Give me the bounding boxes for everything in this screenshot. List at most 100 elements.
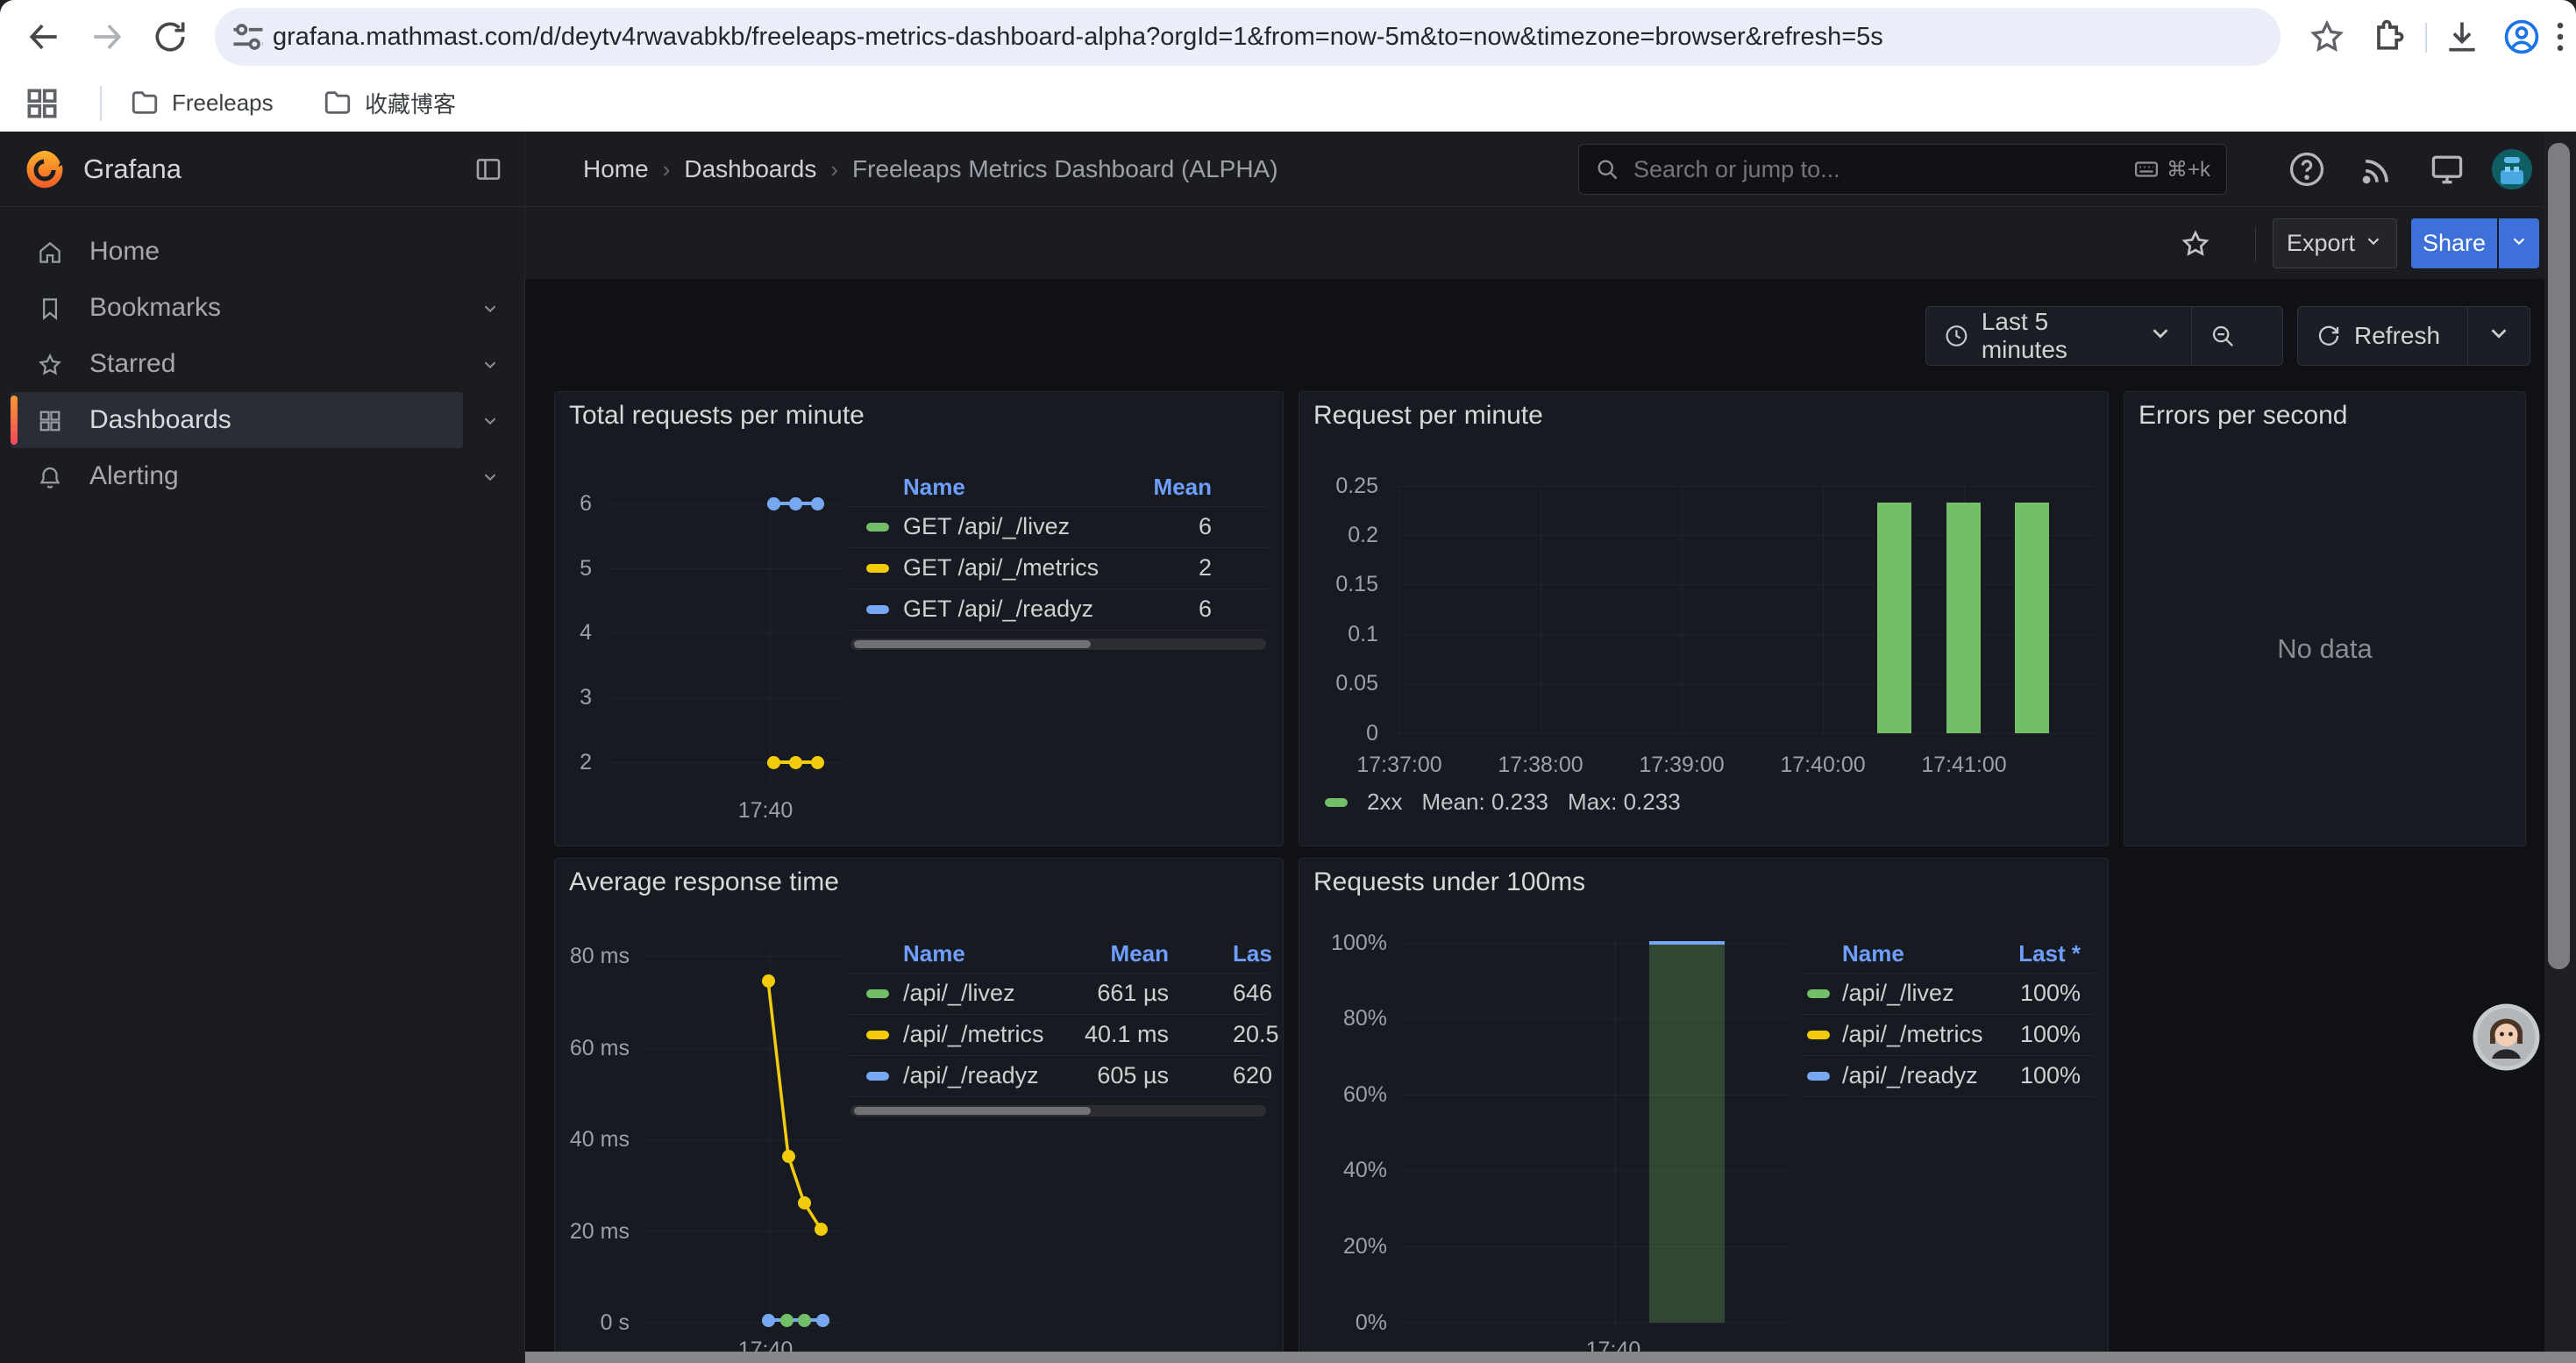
x-axis-tick: 17:39:00 [1603,752,1761,778]
share-label: Share [2423,230,2486,257]
dashboard-toolbar [525,207,2576,279]
share-dropdown-button[interactable] [2499,218,2539,268]
y-axis-tick: 0% [1299,1309,1387,1336]
legend-cell-last: 100% [1800,1055,2081,1096]
data-point [767,756,780,769]
panel-request-per-minute[interactable]: 0.250.20.150.10.05017:37:0017:38:0017:39… [1299,391,2109,846]
sidebar-item-label: Starred [89,336,175,392]
panel-errors-per-second[interactable]: Errors per second No data [2124,391,2526,846]
horizontal-scrollbar[interactable] [525,1352,2576,1363]
legend-cell-last: 620 [1233,1055,1284,1096]
reload-icon[interactable] [151,18,189,56]
breadcrumb-separator-icon: › [663,156,671,183]
data-point [811,756,824,769]
legend-scrollbar-track[interactable] [850,639,1266,650]
sidebar-item-starred[interactable]: Starred [0,336,525,392]
share-button[interactable]: Share [2411,218,2497,268]
legend-scrollbar-thumb[interactable] [854,640,1091,648]
help-icon[interactable] [2288,150,2326,189]
gridline-v [770,946,771,1328]
sidebar-item-label: Bookmarks [89,280,221,336]
legend-column-header[interactable]: Last * [1800,934,2081,973]
profile-icon[interactable] [2502,18,2541,56]
gridline-h [1400,1323,1790,1324]
sidebar-item-alerting[interactable]: Alerting [0,448,525,504]
legend-column-header[interactable]: Las [1233,934,1284,973]
address-bar[interactable]: grafana.mathmast.com/d/deytv4rwavabkb/fr… [215,8,2281,66]
panel-average-response-time[interactable]: 80 ms60 ms40 ms20 ms0 s17:40NameMeanLas/… [554,858,1284,1363]
chart-legend[interactable]: 2xxMean: 0.233Max: 0.233 [1325,789,1681,816]
legend-scrollbar-track[interactable] [850,1105,1266,1117]
bookmarks-separator [100,86,102,121]
bar-2xx [1946,503,1981,733]
x-axis-tick: 17:40 [687,797,844,824]
refresh-interval-dropdown[interactable] [2468,307,2530,365]
assistant-avatar[interactable] [2473,1003,2540,1071]
gridline-h [643,956,844,957]
star-icon [37,352,63,378]
gridline-h [1400,943,1790,944]
browser-menu-icon[interactable] [2541,18,2576,56]
y-axis-tick: 0.1 [1299,621,1378,647]
vertical-scrollbar-thumb[interactable] [2548,143,2570,969]
breadcrumb-dashboards[interactable]: Dashboards [684,155,816,183]
monitor-icon[interactable] [2428,150,2466,189]
panel-requests-under-100ms[interactable]: 100%80%60%40%20%0%17:40NameLast */api/_/… [1299,858,2109,1363]
back-icon[interactable] [25,18,63,56]
refresh-button[interactable]: Refresh [2298,307,2467,365]
table-divider [849,630,1268,631]
legend-cell-last: 100% [1800,1014,2081,1055]
panel-title[interactable]: Request per minute [1313,401,1543,431]
sidebar-collapse-icon[interactable] [473,154,503,184]
grafana-brand[interactable]: Grafana [83,132,181,207]
y-axis-tick: 0 [1299,720,1378,746]
user-avatar[interactable] [2492,149,2532,189]
search-input[interactable] [1632,155,2121,184]
bookmark-star-icon[interactable] [2308,18,2346,56]
chart-area: 6543217:40NameMeanGET /api/_/livez6GET /… [555,392,1283,846]
chevron-down-icon [2509,232,2529,255]
panel-total-requests-per-minute[interactable]: 6543217:40NameMeanGET /api/_/livez6GET /… [554,391,1284,846]
bookmark-folder-freeleaps[interactable]: Freeleaps [130,84,274,121]
x-axis-tick: 17:37:00 [1320,752,1478,778]
legend-stat: Max: 0.233 [1568,789,1681,816]
sidebar-item-bookmarks[interactable]: Bookmarks [0,280,525,336]
zoom-out-button[interactable] [2192,307,2253,365]
y-axis-tick: 80 ms [555,943,630,969]
legend-column-header[interactable]: Mean [849,934,1169,973]
chevron-down-icon [2147,320,2174,353]
gridline-h [1400,1018,1790,1019]
refresh-label: Refresh [2354,322,2440,350]
data-point [798,1314,811,1327]
breadcrumb-home[interactable]: Home [583,155,649,183]
gridline-h [608,568,844,569]
gridline-h [1398,634,2096,635]
sidebar-item-home[interactable]: Home [0,224,525,280]
site-info-icon[interactable] [229,18,267,56]
refresh-group: Refresh [2297,306,2530,366]
apps-grid-icon[interactable] [23,84,61,123]
panel-title[interactable]: Average response time [569,867,839,897]
panel-title[interactable]: Total requests per minute [569,401,865,431]
bookmark-folder-label: 收藏博客 [365,87,456,119]
legend-scrollbar-thumb[interactable] [854,1107,1091,1115]
panel-title[interactable]: Errors per second [2138,401,2347,431]
downloads-icon[interactable] [2443,18,2481,56]
extensions-icon[interactable] [2369,18,2408,56]
grafana-logo[interactable] [23,147,67,191]
time-range-picker[interactable]: Last 5 minutes [1926,307,2191,365]
url-text[interactable]: grafana.mathmast.com/d/deytv4rwavabkb/fr… [273,8,2184,66]
sidebar-item-dashboards[interactable]: Dashboards [0,392,525,448]
bookmark-folder-blogs[interactable]: 收藏博客 [323,84,456,121]
forward-icon[interactable] [88,18,126,56]
y-axis-tick: 80% [1299,1005,1387,1031]
export-button[interactable]: Export [2273,218,2397,268]
search-box[interactable]: ⌘+k [1578,144,2227,195]
data-point [762,974,775,988]
news-rss-icon[interactable] [2358,150,2396,189]
gridline-h [643,1048,844,1049]
legend-column-header[interactable]: Mean [849,467,1212,506]
favorite-star-icon[interactable] [2180,228,2211,260]
legend-cell-mean: 605 µs [849,1055,1169,1096]
panel-title[interactable]: Requests under 100ms [1313,867,1585,897]
